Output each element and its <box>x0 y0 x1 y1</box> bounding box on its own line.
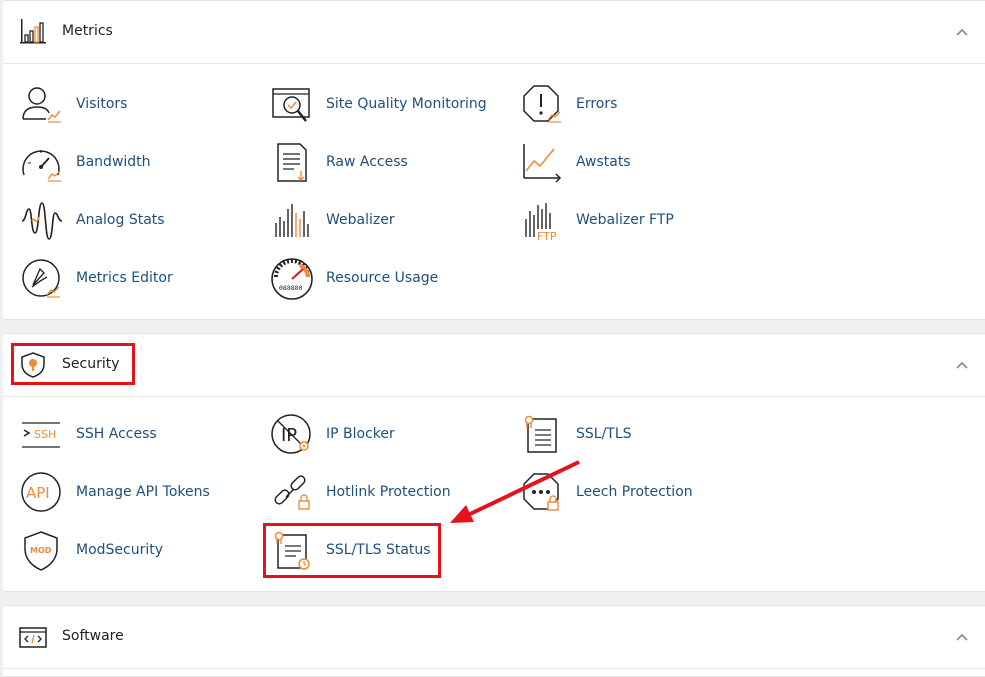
webalizer-bars-icon <box>275 204 309 237</box>
modsecurity-shield-icon: MOD <box>24 531 58 571</box>
ip-blocker-icon: IP <box>271 414 311 454</box>
manage-api-tokens-label: Manage API Tokens <box>76 484 210 500</box>
software-title: Software <box>62 628 124 644</box>
raw-access-document-icon <box>277 143 307 182</box>
metrics-editor-label: Metrics Editor <box>76 270 173 286</box>
svg-text:088880: 088880 <box>279 284 303 292</box>
svg-text:IP: IP <box>281 425 297 446</box>
awstats-line-chart-icon <box>523 144 562 183</box>
metrics-title: Metrics <box>62 23 113 39</box>
resource-usage-gauge-icon: 088880 <box>271 258 313 300</box>
bar-chart-icon <box>20 19 46 44</box>
software-header[interactable]: Software <box>3 606 985 669</box>
leech-protection-icon <box>523 473 559 511</box>
bandwidth-label: Bandwidth <box>76 154 151 170</box>
modsecurity-label: ModSecurity <box>76 542 164 558</box>
security-header[interactable]: Security <box>3 334 985 397</box>
awstats-label: Awstats <box>576 154 631 170</box>
resource-usage-label: Resource Usage <box>326 270 439 286</box>
site-quality-icon <box>272 88 310 122</box>
webalizer-ftp-label: Webalizer FTP <box>576 212 674 228</box>
metrics-header[interactable]: Metrics <box>3 1 985 64</box>
chevron-up-icon[interactable] <box>955 25 969 39</box>
webalizer-ftp-icon: FTP <box>525 203 557 243</box>
errors-label: Errors <box>576 96 618 112</box>
hotlink-chain-icon <box>274 475 310 510</box>
svg-text:SSH: SSH <box>34 428 56 441</box>
raw-access-label: Raw Access <box>326 154 408 170</box>
chevron-up-icon[interactable] <box>955 358 969 372</box>
errors-icon <box>523 85 561 123</box>
ip-blocker-label: IP Blocker <box>326 426 395 442</box>
api-tokens-icon: API <box>21 472 61 512</box>
site-quality-label: Site Quality Monitoring <box>326 96 487 112</box>
bandwidth-gauge-icon <box>22 150 61 182</box>
hotlink-protection-label: Hotlink Protection <box>326 484 451 500</box>
security-highlight-box <box>11 343 135 385</box>
svg-text:FTP: FTP <box>537 230 557 243</box>
ssh-access-label: SSH Access <box>76 426 157 442</box>
chevron-up-icon[interactable] <box>955 630 969 644</box>
software-panel: Software <box>3 605 985 677</box>
ssl-tls-label: SSL/TLS <box>576 426 632 442</box>
visitors-icon <box>22 87 61 123</box>
ssl-certificate-icon <box>524 415 557 453</box>
visitors-label: Visitors <box>76 96 128 112</box>
ssl-tls-status-highlight-box <box>263 523 441 578</box>
leech-protection-label: Leech Protection <box>576 484 693 500</box>
svg-text:API: API <box>26 484 50 502</box>
code-window-icon <box>19 627 47 648</box>
webalizer-label: Webalizer <box>326 212 395 228</box>
metrics-editor-icon <box>22 259 60 298</box>
analog-waveform-icon <box>21 202 63 240</box>
ssh-terminal-icon: SSH <box>22 422 60 448</box>
analog-stats-label: Analog Stats <box>76 212 165 228</box>
svg-text:MOD: MOD <box>30 546 52 555</box>
